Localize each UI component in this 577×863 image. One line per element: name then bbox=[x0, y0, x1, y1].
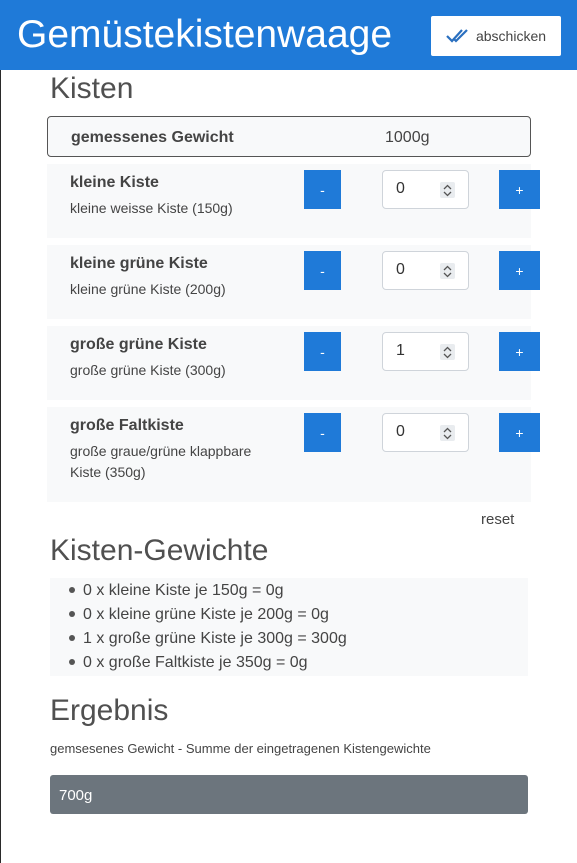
app-title: Gemüstekistenwaage bbox=[17, 13, 393, 56]
quantity-input[interactable]: 0 bbox=[382, 170, 469, 209]
weights-list: 0 x kleine Kiste je 150g = 0g 0 x kleine… bbox=[50, 578, 528, 676]
list-item: 1 x große grüne Kiste je 300g = 300g bbox=[69, 630, 347, 648]
increment-button[interactable]: + bbox=[499, 332, 540, 371]
reset-link[interactable]: reset bbox=[481, 511, 514, 528]
submit-button-label: abschicken bbox=[475, 28, 547, 44]
crate-description: kleine grüne Kiste (200g) bbox=[70, 281, 226, 297]
double-check-icon bbox=[446, 29, 468, 43]
app-header: Gemüstekistenwaage abschicken bbox=[0, 0, 577, 70]
quantity-input[interactable]: 0 bbox=[382, 413, 469, 452]
spinner-arrows-icon[interactable] bbox=[440, 344, 455, 360]
crate-row: kleine Kiste kleine weisse Kiste (150g) … bbox=[47, 164, 540, 238]
crate-row: große Faltkiste große graue/grüne klappb… bbox=[47, 407, 540, 502]
measured-weight-label: gemessenes Gewicht bbox=[71, 129, 234, 146]
list-item-text: 1 x große grüne Kiste je 300g = 300g bbox=[83, 630, 347, 647]
submit-button[interactable]: abschicken bbox=[431, 16, 561, 56]
result-description: gemsesenes Gewicht - Summe der eingetrag… bbox=[50, 741, 431, 756]
list-item-text: 0 x große Faltkiste je 350g = 0g bbox=[83, 654, 308, 671]
result-value-box: 700g bbox=[50, 775, 528, 814]
decrement-button[interactable]: - bbox=[304, 170, 341, 209]
crate-name: große Faltkiste bbox=[70, 417, 184, 434]
crates-heading: Kisten bbox=[50, 72, 134, 105]
increment-button[interactable]: + bbox=[499, 413, 540, 452]
decrement-button[interactable]: - bbox=[304, 251, 341, 290]
quantity-input[interactable]: 1 bbox=[382, 332, 469, 371]
quantity-input[interactable]: 0 bbox=[382, 251, 469, 290]
quantity-value: 0 bbox=[396, 423, 405, 440]
quantity-value: 0 bbox=[396, 180, 405, 197]
quantity-value: 0 bbox=[396, 261, 405, 278]
crate-row: große grüne Kiste große grüne Kiste (300… bbox=[47, 326, 540, 400]
list-item: 0 x große Faltkiste je 350g = 0g bbox=[69, 654, 308, 672]
decrement-button[interactable]: - bbox=[304, 332, 341, 371]
crate-name: kleine grüne Kiste bbox=[70, 255, 208, 272]
decrement-button[interactable]: - bbox=[304, 413, 341, 452]
result-value: 700g bbox=[59, 787, 93, 804]
spinner-arrows-icon[interactable] bbox=[440, 425, 455, 441]
weights-heading: Kisten-Gewichte bbox=[50, 534, 269, 567]
increment-button[interactable]: + bbox=[499, 170, 540, 209]
increment-button[interactable]: + bbox=[499, 251, 540, 290]
measured-weight-value: 1000g bbox=[385, 129, 430, 146]
window-edge bbox=[0, 70, 1, 863]
spinner-arrows-icon[interactable] bbox=[440, 182, 455, 198]
list-item-text: 0 x kleine Kiste je 150g = 0g bbox=[83, 582, 284, 599]
crate-description: große grüne Kiste (300g) bbox=[70, 362, 226, 378]
crate-name: kleine Kiste bbox=[70, 174, 159, 191]
crate-description: kleine weisse Kiste (150g) bbox=[70, 200, 233, 216]
crate-description: große graue/grüne klappbare Kiste (350g) bbox=[70, 443, 252, 480]
measured-weight-row: gemessenes Gewicht 1000g bbox=[47, 116, 531, 157]
list-item: 0 x kleine Kiste je 150g = 0g bbox=[69, 582, 284, 600]
result-heading: Ergebnis bbox=[50, 694, 169, 727]
quantity-value: 1 bbox=[396, 342, 405, 359]
list-item-text: 0 x kleine grüne Kiste je 200g = 0g bbox=[83, 606, 329, 623]
crate-name: große grüne Kiste bbox=[70, 336, 207, 353]
list-item: 0 x kleine grüne Kiste je 200g = 0g bbox=[69, 606, 329, 624]
spinner-arrows-icon[interactable] bbox=[440, 263, 455, 279]
crate-row: kleine grüne Kiste kleine grüne Kiste (2… bbox=[47, 245, 540, 319]
